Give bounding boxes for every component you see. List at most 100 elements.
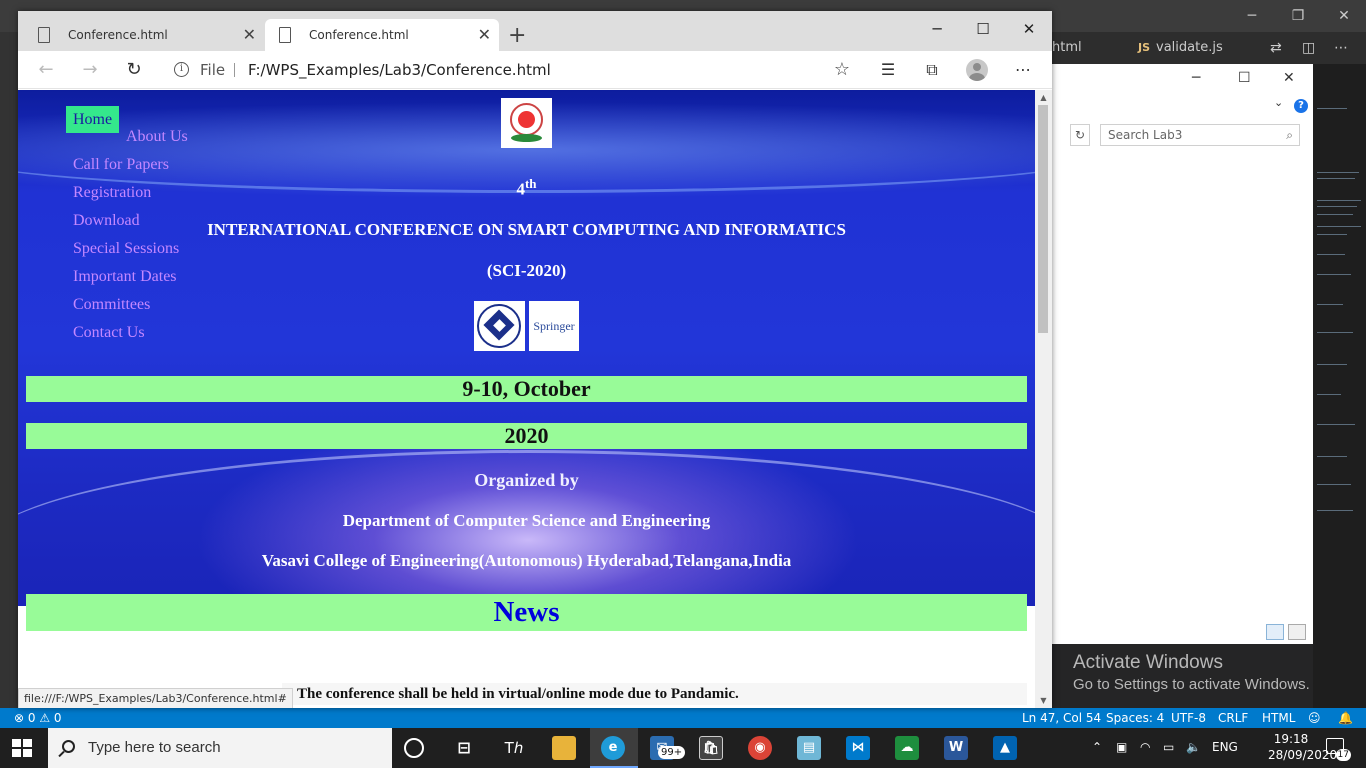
browser-close-button[interactable]: ✕ xyxy=(1006,15,1052,43)
details-view-icon[interactable] xyxy=(1266,624,1284,640)
browser-tab-2[interactable]: Conference.html ✕ xyxy=(265,19,499,51)
meet-now-icon[interactable]: ▣ xyxy=(1116,740,1127,754)
refresh-icon[interactable]: ↻ xyxy=(120,58,148,82)
vscode-close-button[interactable]: ✕ xyxy=(1321,0,1366,32)
collections-icon[interactable]: ⧉ xyxy=(918,58,946,82)
start-windows-icon[interactable] xyxy=(12,739,32,757)
vscode-icon[interactable]: ⋈ xyxy=(846,736,870,760)
tray-overflow-icon[interactable]: ⌃ xyxy=(1092,740,1102,754)
nav-about-link[interactable]: About Us xyxy=(126,128,188,146)
nav-special-sessions-link[interactable]: Special Sessions xyxy=(73,240,179,258)
open-changes-icon[interactable]: ⇄ xyxy=(1270,32,1282,64)
help-icon[interactable]: ? xyxy=(1294,99,1308,113)
browser-minimize-button[interactable]: ─ xyxy=(914,15,960,43)
word-icon[interactable]: W xyxy=(944,736,968,760)
store-icon[interactable]: 🛍 xyxy=(699,736,723,760)
scroll-down-arrow-icon[interactable]: ▼ xyxy=(1035,696,1052,705)
back-arrow-icon[interactable]: ← xyxy=(32,58,60,82)
college-name: Vasavi College of Engineering(Autonomous… xyxy=(261,551,792,570)
nav-committees-link[interactable]: Committees xyxy=(73,296,150,314)
taskbar-search-placeholder: Type here to search xyxy=(88,739,221,756)
language-mode[interactable]: HTML xyxy=(1262,711,1295,725)
browser-tab-1[interactable]: Conference.html ✕ xyxy=(24,19,264,51)
explorer-search-placeholder: Search Lab3 xyxy=(1108,128,1183,142)
windows-taskbar: Type here to search ⊟ Tℎ e ✉ 99+ 🛍 ◉ ▤ ⋈… xyxy=(0,728,1366,768)
explorer-maximize-button[interactable]: ☐ xyxy=(1238,70,1251,86)
cloud-app-icon[interactable]: ☁ xyxy=(895,736,919,760)
url-text[interactable]: F:/WPS_Examples/Lab3/Conference.html xyxy=(248,55,551,85)
wifi-icon[interactable]: ◠ xyxy=(1140,740,1150,754)
forward-arrow-icon[interactable]: → xyxy=(76,58,104,82)
nav-home-link[interactable]: Home xyxy=(66,106,119,133)
vscode-tab-html[interactable]: html xyxy=(1052,32,1082,64)
close-tab-icon[interactable]: ✕ xyxy=(243,19,256,51)
explorer-search-input[interactable]: Search Lab3 ⌕ xyxy=(1100,124,1300,146)
browser-tab-bar: Conference.html ✕ Conference.html ✕ + ─ … xyxy=(18,11,1052,51)
input-language[interactable]: ENG xyxy=(1212,740,1238,754)
settings-more-icon[interactable]: ⋯ xyxy=(1009,58,1037,82)
edge-browser-icon[interactable]: e xyxy=(601,736,625,760)
page-scrollbar[interactable]: ▲ ▼ xyxy=(1035,90,1052,708)
edition-number: 4 xyxy=(516,179,525,199)
address-bar[interactable]: i File F:/WPS_Examples/Lab3/Conference.h… xyxy=(164,55,858,85)
url-separator xyxy=(234,63,235,77)
link-status-url: file:///F:/WPS_Examples/Lab3/Conference.… xyxy=(18,688,293,708)
problems-indicator[interactable]: ⊗ 0 ⚠ 0 xyxy=(14,711,62,725)
notepad-icon[interactable]: ▤ xyxy=(797,736,821,760)
browser-maximize-button[interactable]: ☐ xyxy=(960,15,1006,43)
task-view-icon[interactable]: ⊟ xyxy=(452,736,476,760)
system-clock[interactable]: 19:18 28/09/2020 xyxy=(1268,731,1337,763)
address-toolbar: ← → ↻ i File F:/WPS_Examples/Lab3/Confer… xyxy=(18,51,1052,89)
scroll-up-arrow-icon[interactable]: ▲ xyxy=(1035,93,1052,102)
battery-icon[interactable]: ▭ xyxy=(1163,740,1174,754)
new-tab-icon[interactable]: + xyxy=(508,23,526,48)
eol-setting[interactable]: CRLF xyxy=(1218,711,1248,725)
profile-avatar-icon[interactable] xyxy=(966,59,988,81)
conference-year: 2020 xyxy=(26,423,1027,449)
vscode-maximize-button[interactable]: ❐ xyxy=(1275,0,1321,32)
nav-contact-link[interactable]: Contact Us xyxy=(73,324,145,342)
tab-title: Conference.html xyxy=(309,28,409,42)
news-heading: News xyxy=(26,594,1027,631)
file-explorer-icon[interactable] xyxy=(552,736,576,760)
volume-icon[interactable]: 🔈 xyxy=(1186,740,1201,754)
encoding-setting[interactable]: UTF-8 xyxy=(1171,711,1206,725)
refresh-icon[interactable]: ↻ xyxy=(1070,124,1090,146)
large-icons-view-icon[interactable] xyxy=(1288,624,1306,640)
nav-call-for-papers-link[interactable]: Call for Papers xyxy=(73,156,169,174)
explorer-minimize-button[interactable]: ─ xyxy=(1192,70,1200,86)
conference-header-banner: Home About Us Call for Papers Registrati… xyxy=(18,90,1052,606)
vscode-tab-validate-js[interactable]: JS validate.js xyxy=(1138,32,1223,64)
college-logo xyxy=(501,98,552,148)
more-actions-icon[interactable]: ⋯ xyxy=(1334,32,1348,64)
conference-abbreviation: (SCI-2020) xyxy=(486,261,567,280)
feedback-icon[interactable]: ☺ xyxy=(1308,711,1321,725)
close-tab-icon[interactable]: ✕ xyxy=(478,19,491,51)
text-app-icon[interactable]: Tℎ xyxy=(502,736,526,760)
favorites-list-icon[interactable]: ☰ xyxy=(874,58,902,82)
springer-logo: Springer xyxy=(529,301,579,351)
mail-badge: 99+ xyxy=(658,746,686,759)
vscode-minimize-button[interactable]: ─ xyxy=(1229,0,1275,32)
expand-ribbon-icon[interactable]: ⌄ xyxy=(1274,96,1283,109)
chrome-icon[interactable]: ◉ xyxy=(748,736,772,760)
split-editor-icon[interactable]: ◫ xyxy=(1302,32,1315,64)
document-icon xyxy=(38,27,50,43)
edge-browser-window: Conference.html ✕ Conference.html ✕ + ─ … xyxy=(18,11,1052,708)
vscode-minimap[interactable] xyxy=(1313,64,1366,708)
vscode-editor-tabs: html JS validate.js ⇄ ◫ ⋯ xyxy=(1052,32,1366,64)
info-icon[interactable]: i xyxy=(174,62,189,77)
scrollbar-thumb[interactable] xyxy=(1038,105,1048,333)
taskbar-search-box[interactable]: Type here to search xyxy=(48,728,392,768)
explorer-close-button[interactable]: ✕ xyxy=(1283,70,1295,86)
activate-title: Activate Windows xyxy=(1073,652,1223,673)
cursor-position[interactable]: Ln 47, Col 54 xyxy=(1022,711,1101,725)
tab-title: Conference.html xyxy=(68,28,168,42)
action-center-icon[interactable]: 17 xyxy=(1326,738,1351,761)
vscode-status-bar: ⊗ 0 ⚠ 0 Ln 47, Col 54 Spaces: 4 UTF-8 CR… xyxy=(0,708,1366,728)
notifications-bell-icon[interactable]: 🔔 xyxy=(1338,711,1353,725)
photos-icon[interactable]: ▲ xyxy=(993,736,1017,760)
favorite-star-icon[interactable]: ☆ xyxy=(834,55,850,85)
cortana-icon[interactable] xyxy=(404,738,424,758)
indentation-setting[interactable]: Spaces: 4 xyxy=(1106,711,1164,725)
